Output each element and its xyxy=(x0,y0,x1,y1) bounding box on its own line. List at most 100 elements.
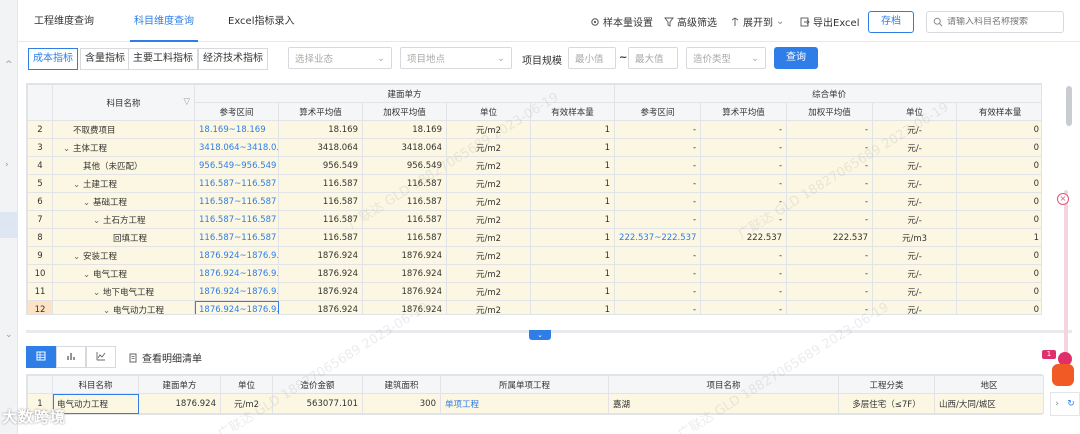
view-detail-list-button[interactable]: 查看明细清单 xyxy=(128,350,202,365)
table-cell[interactable]: 1876.924~1876.9... xyxy=(194,300,279,314)
segment-content-index[interactable]: 含量指标 xyxy=(80,48,130,70)
table-cell: 元/m2 xyxy=(446,156,531,175)
subject-name-cell[interactable]: ⌄ 基础工程 xyxy=(52,192,195,211)
line-chart-tab[interactable] xyxy=(86,346,116,368)
detail-header-0: 科目名称 xyxy=(52,375,139,394)
table-cell[interactable]: - xyxy=(614,192,702,211)
scale-max-input[interactable]: 最大值 xyxy=(628,47,678,69)
table-cell[interactable]: 116.587~116.587 xyxy=(194,174,279,193)
search-input[interactable] xyxy=(947,17,1057,27)
table-cell[interactable]: - xyxy=(614,120,702,139)
query-button[interactable]: 查询 xyxy=(774,47,818,69)
table-cell[interactable]: 116.587~116.587 xyxy=(194,192,279,211)
table-cell[interactable]: - xyxy=(614,174,702,193)
chevron-down-icon[interactable]: ⌄ xyxy=(5,330,13,340)
table-cell[interactable]: 116.587~116.587 xyxy=(194,210,279,229)
sidebar-selected-item[interactable] xyxy=(0,212,18,238)
table-view-tab[interactable] xyxy=(26,346,56,368)
table-cell[interactable]: 单项工程 xyxy=(440,393,609,414)
segment-econ-tech-index[interactable]: 经济技术指标 xyxy=(198,48,268,70)
vertical-scrollbar[interactable] xyxy=(1066,86,1072,126)
chevron-down-icon[interactable]: ⌄ xyxy=(93,288,103,298)
export-excel-button[interactable]: 导出Excel xyxy=(800,14,860,29)
chevron-right-icon[interactable]: › xyxy=(5,160,9,170)
table-cell[interactable]: - xyxy=(614,300,702,314)
advanced-filter-button[interactable]: 高级筛选 xyxy=(664,14,717,29)
subject-name-header[interactable]: 科目名称 ▽ xyxy=(52,84,195,121)
table-row[interactable]: 3 ⌄ 主体工程 3418.064~3418.0... 3418.064 3418.064… xyxy=(27,138,1041,157)
close-icon[interactable]: × xyxy=(1057,193,1069,205)
table-row[interactable]: 10 ⌄ 电气工程 1876.924~1876.9... 1876.924 1876.92… xyxy=(27,264,1041,283)
subject-name-cell[interactable]: ⌄ 主体工程 xyxy=(52,138,195,157)
tab-subject-dimension[interactable]: 科目维度查询 xyxy=(130,0,198,42)
table-row[interactable]: 4 其他（未匹配） 956.549~956.549 956.549 956.549 元/m… xyxy=(27,156,1041,175)
save-button[interactable]: 存档 xyxy=(868,11,914,33)
table-cell: 元/m3 xyxy=(872,228,958,247)
scale-min-input[interactable]: 最小值 xyxy=(568,47,616,69)
table-row[interactable]: 12 ⌄ 电气动力工程 1876.924~1876.9... 1876.924 1876.… xyxy=(27,300,1041,315)
table-row[interactable]: 5 ⌄ 土建工程 116.587~116.587 116.587 116.587 元/m2 1… xyxy=(27,174,1041,193)
subject-name-cell[interactable]: ⌄ 土建工程 xyxy=(52,174,195,193)
chevron-down-icon[interactable]: ⌄ xyxy=(73,252,83,262)
chevron-down-icon[interactable]: ⌄ xyxy=(103,306,113,315)
table-row[interactable]: 6 ⌄ 基础工程 116.587~116.587 116.587 116.587 元/m2 1… xyxy=(27,192,1041,211)
collapse-handle[interactable]: ⌄ xyxy=(529,330,551,340)
table-cell[interactable]: - xyxy=(614,210,702,229)
subject-name-cell[interactable]: ⌄ 电气工程 xyxy=(52,264,195,283)
table-row[interactable]: 11 ⌄ 地下电气工程 1876.924~1876.9... 1876.924 1876.… xyxy=(27,282,1041,301)
subject-name-cell[interactable]: ⌄ 电气动力工程 xyxy=(52,300,195,315)
table-cell[interactable]: - xyxy=(614,156,702,175)
table-cell[interactable]: 956.549~956.549 xyxy=(194,156,279,175)
chevron-down-icon[interactable]: ⌄ xyxy=(83,270,93,280)
table-row[interactable]: 1 电气动力工程 1876.924 元/m2 563077.101 300 单项工程 嘉湖 多层… xyxy=(27,393,1044,414)
expand-to-button[interactable]: 展开到 ⌄ xyxy=(730,14,784,29)
subject-name-text: 电气动力工程 xyxy=(113,305,165,315)
shopping-bag-icon[interactable] xyxy=(1052,364,1074,386)
chevron-up-icon[interactable]: ^ xyxy=(5,60,13,70)
table-cell[interactable]: 116.587~116.587 xyxy=(194,228,279,247)
table-cell: 0 xyxy=(956,282,1041,301)
subject-name-cell[interactable]: 回填工程 xyxy=(52,228,195,247)
bar-chart-tab[interactable] xyxy=(56,346,86,368)
table-cell: 18.169 xyxy=(362,120,447,139)
chevron-down-icon[interactable]: ⌄ xyxy=(93,216,103,226)
table-cell[interactable]: - xyxy=(614,264,702,283)
table-row[interactable]: 2 不取费项目 18.169~18.169 18.169 18.169 元/m2 1- - - 元… xyxy=(27,120,1041,139)
subject-name-cell[interactable]: ⌄ 安装工程 xyxy=(52,246,195,265)
table-cell[interactable]: 1876.924~1876.9... xyxy=(194,264,279,283)
chevron-down-icon[interactable]: ⌄ xyxy=(83,198,93,208)
detail-header-1: 建面单方 xyxy=(138,375,221,394)
cost-type-select[interactable]: 造价类型 ⌄ xyxy=(686,47,766,69)
subject-name-cell[interactable]: ⌄ 土石方工程 xyxy=(52,210,195,229)
subject-name-cell[interactable]: 其他（未匹配） xyxy=(52,156,195,175)
tab-project-dimension[interactable]: 工程维度查询 xyxy=(34,0,94,42)
table-row[interactable]: 8 回填工程 116.587~116.587 116.587 116.587 元/m2 1 2… xyxy=(27,228,1041,247)
table-cell[interactable]: 222.537~222.537 xyxy=(614,228,702,247)
table-row[interactable]: 7 ⌄ 土石方工程 116.587~116.587 116.587 116.587 元/m2… xyxy=(27,210,1041,229)
table-cell[interactable]: - xyxy=(614,138,702,157)
tab-excel-import[interactable]: Excel指标录入 xyxy=(228,0,295,42)
subject-name-cell[interactable]: ⌄ 地下电气工程 xyxy=(52,282,195,301)
segment-cost-index[interactable]: 成本指标 xyxy=(28,48,78,70)
filter-icon[interactable]: ▽ xyxy=(183,97,190,107)
chevron-right-icon[interactable]: › xyxy=(1055,399,1059,409)
subject-name-cell[interactable]: 不取费项目 xyxy=(52,120,195,139)
business-type-select[interactable]: 选择业态 ⌄ xyxy=(288,47,392,69)
sample-size-button[interactable]: 样本量设置 xyxy=(590,14,653,29)
search-icon xyxy=(933,17,943,27)
table-cell[interactable]: 1876.924~1876.9... xyxy=(194,282,279,301)
table-cell[interactable]: - xyxy=(614,246,702,265)
segment-main-material-index[interactable]: 主要工料指标 xyxy=(128,48,198,70)
table-cell[interactable]: 1876.924~1876.9... xyxy=(194,246,279,265)
refresh-icon[interactable]: ↻ xyxy=(1067,399,1075,409)
detail-table-body: 1 电气动力工程 1876.924 元/m2 563077.101 300 单项工程 嘉湖 多层… xyxy=(27,393,1044,414)
chevron-down-icon[interactable]: ⌄ xyxy=(73,180,83,190)
table-cell[interactable]: 3418.064~3418.0... xyxy=(194,138,279,157)
export-excel-label: 导出Excel xyxy=(813,18,860,29)
table-cell[interactable]: - xyxy=(614,282,702,301)
subject-search[interactable] xyxy=(926,11,1064,33)
chevron-down-icon[interactable]: ⌄ xyxy=(63,144,73,154)
table-cell[interactable]: 18.169~18.169 xyxy=(194,120,279,139)
project-location-select[interactable]: 项目地点 ⌄ xyxy=(400,47,512,69)
table-row[interactable]: 9 ⌄ 安装工程 1876.924~1876.9... 1876.924 1876.924… xyxy=(27,246,1041,265)
